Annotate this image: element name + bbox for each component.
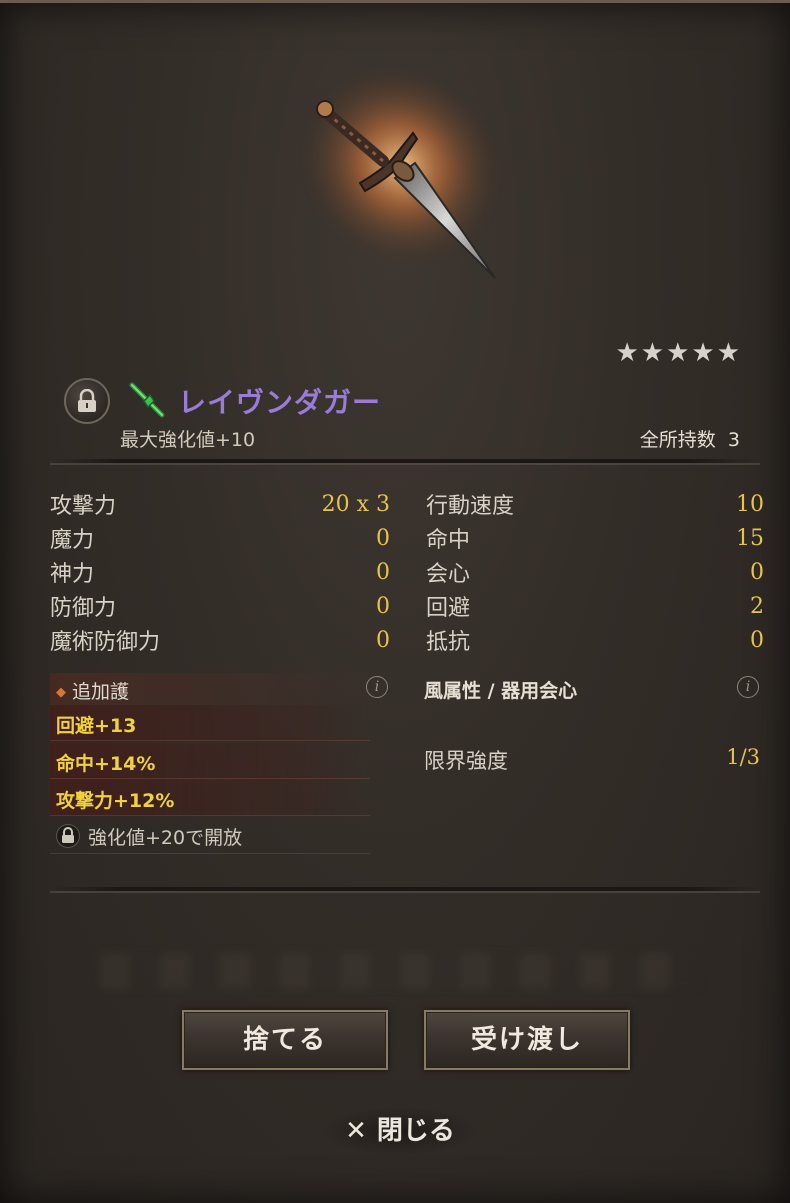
stat-row: 攻撃力 20 x 3 [50,487,390,521]
owned-count: 全所持数 3 [640,425,740,452]
limit-value: 1/3 [726,745,760,769]
stat-value: 0 [376,627,390,653]
rarity-stars: ★★★★★ [615,338,742,368]
divider-top [50,459,760,463]
stat-label: 魔術防御力 [50,630,161,655]
lock-toggle-button[interactable] [64,378,110,424]
info-icon[interactable]: i [737,676,759,698]
bonus-text: 命中+14% [56,753,156,775]
stats-left: 攻撃力 20 x 3 魔力 0 神力 0 防御力 0 魔術防御力 0 [50,487,390,657]
stat-label: 命中 [426,528,471,553]
max-enhance-label: 最大強化値+10 [120,429,256,451]
stat-value: 0 [376,525,390,551]
stat-label: 会心 [426,562,471,587]
bonus-row: 命中+14% [50,743,370,779]
close-icon: ✕ [345,1116,367,1146]
stat-row: 神力 0 [50,555,390,589]
stat-label: 神力 [50,562,95,587]
stat-value: 10 [736,491,764,517]
stat-row: 命中 15 [426,521,764,555]
stat-row: 行動速度 10 [426,487,764,521]
stat-label: 抵抗 [426,630,471,655]
bonus-locked-text: 強化値+20で開放 [88,827,243,849]
stat-label: 攻撃力 [50,494,117,519]
bonus-header: ◆ 追加護 [50,673,390,705]
bonus-text: 攻撃力+12% [56,790,175,812]
close-label: 閉じる [376,1116,455,1146]
stat-value: 0 [750,559,764,585]
stat-value: 0 [376,593,390,619]
item-detail-panel: ★★★★★ レイヴンダガー 最大強化値+10 全所持数 3 攻撃力 20 x 3 … [0,0,790,1203]
discard-button[interactable]: 捨てる [182,1010,388,1070]
stat-row: 回避 2 [426,589,764,623]
blurred-background-strip [100,953,700,989]
divider-bottom [50,887,760,891]
limit-label: 限界強度 [424,749,508,773]
bonus-row: 回避+13 [50,705,370,741]
stat-label: 回避 [426,596,471,621]
attribute-label: 風属性 / 器用会心 [424,680,578,702]
stat-value: 20 x 3 [321,491,390,517]
lock-icon [78,389,96,412]
lock-icon [56,824,80,848]
stats-right: 行動速度 10 命中 15 会心 0 回避 2 抵抗 0 [426,487,764,657]
stat-value: 0 [750,627,764,653]
diamond-icon: ◆ [56,685,66,700]
stat-label: 魔力 [50,528,95,553]
stat-row: 防御力 0 [50,589,390,623]
stat-value: 0 [376,559,390,585]
bonus-title: ◆ 追加護 [56,677,129,704]
bonus-locked-row: 強化値+20で開放 [50,817,370,854]
close-button[interactable]: ✕ 閉じる [320,1106,480,1156]
owned-label: 全所持数 [639,429,716,451]
stat-row: 魔術防御力 0 [50,623,390,657]
stat-row: 魔力 0 [50,521,390,555]
transfer-button[interactable]: 受け渡し [424,1010,630,1070]
owned-value: 3 [727,429,740,451]
bonus-text: 回避+13 [56,715,137,737]
gem-icon [129,382,165,418]
stat-label: 防御力 [50,596,117,621]
dagger-illustration [289,68,501,279]
stat-label: 行動速度 [426,494,515,519]
stat-value: 15 [736,525,764,551]
stat-row: 会心 0 [426,555,764,589]
info-icon[interactable]: i [366,676,388,698]
stat-row: 抵抗 0 [426,623,764,657]
bonus-row: 攻撃力+12% [50,780,370,816]
stat-value: 2 [750,593,764,619]
bonus-title-text: 追加護 [72,681,130,703]
item-name: レイヴンダガー [178,386,382,419]
